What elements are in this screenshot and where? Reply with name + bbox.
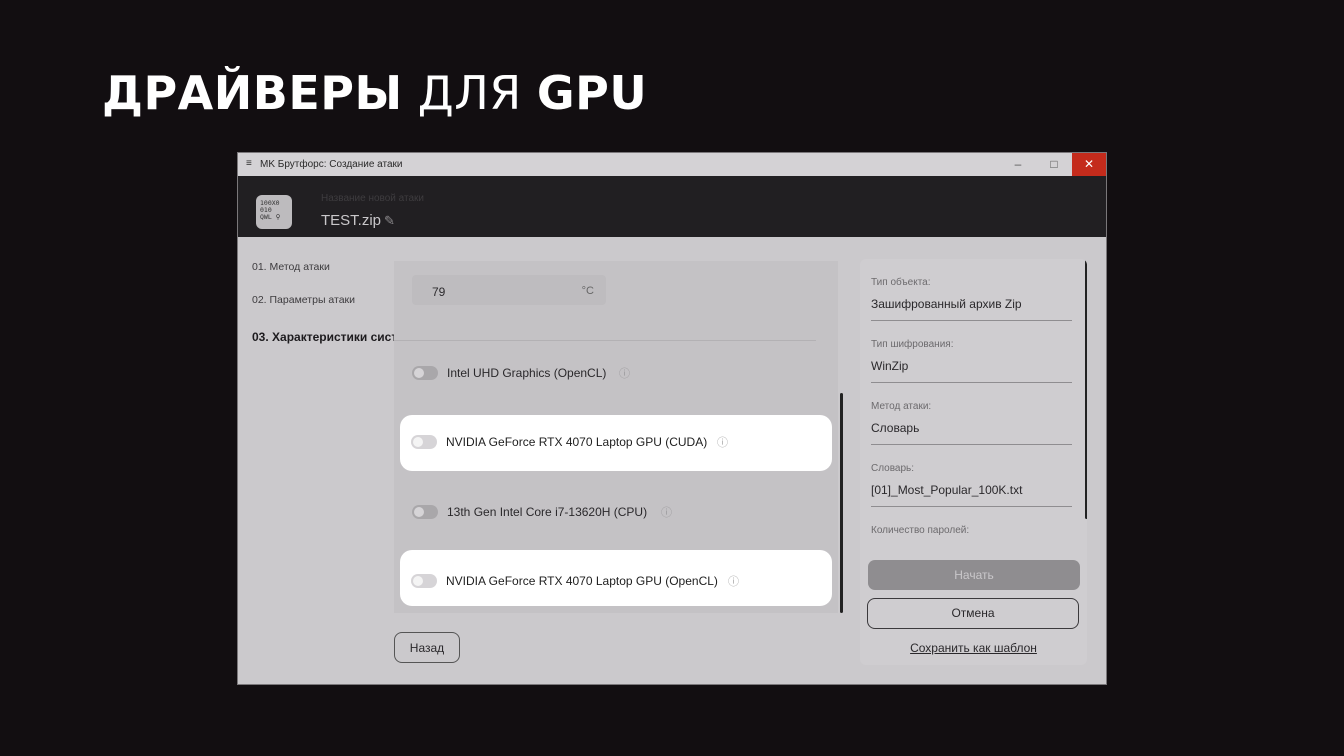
device-toggle[interactable] — [412, 505, 438, 519]
temperature-unit: °C — [581, 285, 594, 297]
device-toggle[interactable] — [411, 435, 437, 449]
slide-title-part-2: ДЛЯ — [417, 66, 522, 120]
summary-panel: Тип объекта: Зашифрованный архив Zip Тип… — [860, 259, 1087, 665]
step-attack-method[interactable]: 01. Метод атаки — [252, 261, 330, 273]
back-button[interactable]: Назад — [394, 632, 460, 663]
summary-scrollbar[interactable] — [1085, 259, 1087, 519]
device-label: 13th Gen Intel Core i7-13620H (CPU) — [447, 505, 648, 519]
device-label: NVIDIA GeForce RTX 4070 Laptop GPU (Open… — [446, 574, 718, 588]
step-attack-parameters[interactable]: 02. Параметры атаки — [252, 294, 355, 306]
slide-title: ДРАЙВЕРЫ ДЛЯ GPU — [102, 66, 647, 120]
info-icon[interactable]: ⓘ — [728, 573, 739, 589]
device-label: Intel UHD Graphics (OpenCL) — [447, 366, 607, 380]
info-icon[interactable]: ⓘ — [661, 504, 672, 520]
attack-name[interactable]: TEST.zip — [321, 212, 381, 229]
summary-divider — [871, 382, 1072, 383]
step-system-specs[interactable]: 03. Характеристики системы — [252, 329, 423, 346]
divider — [394, 340, 816, 341]
summary-label: Количество паролей: — [871, 525, 970, 536]
highlight-opencl-device: NVIDIA GeForce RTX 4070 Laptop GPU (Open… — [400, 550, 832, 606]
temperature-value: 79 — [432, 285, 446, 299]
close-button[interactable]: ✕ — [1072, 153, 1106, 176]
summary-label: Тип шифрования: — [871, 339, 954, 350]
cancel-button[interactable]: Отмена — [867, 598, 1079, 629]
start-button[interactable]: Начать — [868, 560, 1080, 590]
attack-name-label: Название новой атаки — [321, 193, 425, 204]
summary-value: WinZip — [871, 359, 909, 373]
highlight-cuda-device: NVIDIA GeForce RTX 4070 Laptop GPU (CUDA… — [400, 415, 832, 471]
summary-label: Тип объекта: — [871, 277, 931, 288]
summary-value: Словарь — [871, 421, 920, 435]
device-toggle[interactable] — [411, 574, 437, 588]
maximize-button[interactable]: □ — [1040, 153, 1068, 176]
edit-icon[interactable]: ✎ — [384, 213, 395, 229]
summary-label: Словарь: — [871, 463, 915, 474]
summary-value: Зашифрованный архив Zip — [871, 297, 1022, 311]
summary-divider — [871, 444, 1072, 445]
window-titlebar: ≡ MK Брутфорс: Создание атаки – □ ✕ — [238, 153, 1106, 176]
window-title: MK Брутфорс: Создание атаки — [260, 159, 403, 170]
app-icon: ≡ — [246, 158, 252, 169]
slide-title-part-1: ДРАЙВЕРЫ — [102, 66, 403, 120]
attack-header: 100X0 010 QWL ⚲ Название новой атаки TEST.… — [238, 176, 1106, 237]
center-scrollbar[interactable] — [840, 393, 843, 613]
summary-label: Метод атаки: — [871, 401, 932, 412]
minimize-button[interactable]: – — [1004, 153, 1032, 176]
app-logo: 100X0 010 QWL ⚲ — [256, 195, 292, 229]
slide-title-part-3: GPU — [536, 66, 648, 120]
device-toggle[interactable] — [412, 366, 438, 380]
summary-divider — [871, 506, 1072, 507]
summary-divider — [871, 320, 1072, 321]
summary-value: [01]_Most_Popular_100K.txt — [871, 483, 1023, 497]
info-icon[interactable]: ⓘ — [619, 365, 630, 381]
device-label: NVIDIA GeForce RTX 4070 Laptop GPU (CUDA… — [446, 435, 708, 449]
save-template-link[interactable]: Сохранить как шаблон — [860, 641, 1087, 655]
info-icon[interactable]: ⓘ — [717, 434, 728, 450]
temperature-field[interactable]: 79 °C — [412, 275, 606, 305]
